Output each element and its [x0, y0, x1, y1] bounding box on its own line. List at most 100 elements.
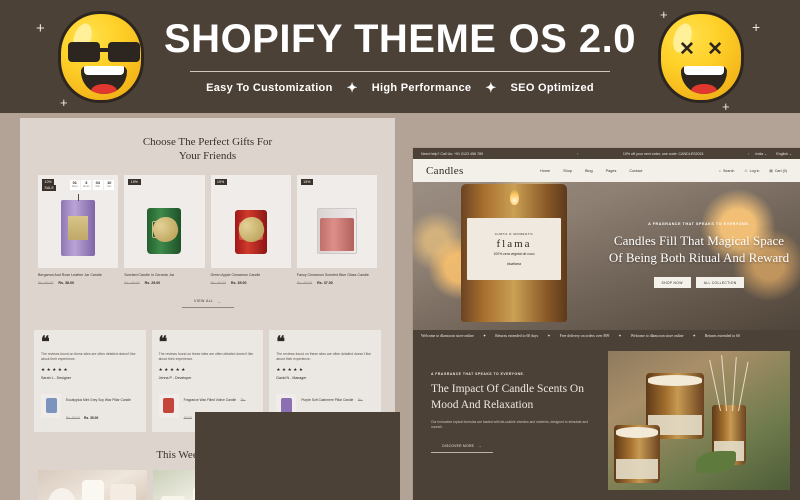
discount-badge: 15%: [214, 179, 227, 186]
lower-copy: A FRAGRANCE THAT SPEAKS TO EVERYONE. The…: [413, 341, 608, 500]
nav-item-blog[interactable]: Blog: [585, 169, 593, 173]
feature-item-1: Easy To Customization: [206, 82, 333, 94]
marquee-item: Welcome to dlamcoon store online: [421, 333, 474, 338]
bottle-label-top: CURTA O MOMENTO: [494, 232, 534, 237]
lower-title: The Impact Of Candle Scents On Mood And …: [431, 383, 584, 411]
testimonial-author: David N - Manager: [276, 375, 307, 380]
old-price: Rs. 59.00: [38, 280, 54, 285]
quote-icon: ❝: [158, 333, 168, 351]
quote-icon: ❝: [276, 333, 285, 351]
product-price: Rs. 59.00 Rs. 38.00: [38, 281, 118, 285]
product-price: Rs. 59.00 Rs. 35.00: [66, 416, 98, 420]
new-price: Rs. 35.00: [230, 280, 247, 285]
gold-lid-icon: [235, 214, 267, 245]
quote-icon: ❝: [41, 333, 50, 351]
testimonial-text: The reviews found on these sites are oft…: [158, 351, 254, 361]
nav-item-home[interactable]: Home: [540, 169, 550, 173]
shop-now-button[interactable]: SHOP NOW: [653, 277, 691, 289]
product-name: Fragrance Wax Filled Votive Candle: [183, 397, 237, 402]
old-price: Rs. 49.00: [124, 280, 140, 285]
countdown-timer: 01 Days 3 Hours 04 Min 10 Sec: [69, 180, 115, 190]
announcement-promo: 10% off your next order, use code: CANDL…: [584, 152, 742, 156]
product-card[interactable]: 15% Fancy Cinnamon Scented Blue Glass Ca…: [296, 175, 377, 285]
right-preview-panel[interactable]: Need help? Call Us: +91 0123 456 789 ‹ 1…: [413, 148, 800, 500]
hero-section: CURTA O MOMENTO flama 100% cera vegetal …: [413, 182, 800, 330]
nav-item-contact[interactable]: Contact: [629, 169, 642, 173]
bottle-label: CURTA O MOMENTO flama 100% cera vegetal …: [467, 218, 561, 280]
leaf-decoration: [696, 451, 736, 473]
headline-main-text: Shopify Theme: [164, 17, 497, 61]
timer-hours-label: Hours: [82, 184, 90, 188]
product-image: 15%: [124, 175, 205, 268]
all-collection-button[interactable]: ALL COLLECTION: [695, 277, 745, 289]
testimonial-text: The reviews found on these sites are oft…: [276, 351, 371, 361]
bottle-label-tag: #tuaflama: [507, 261, 521, 266]
amber-jars-photo[interactable]: [608, 351, 790, 490]
promo-banner: + + + + + + ✕ ✕ Shopify ThemeOS: [0, 0, 800, 113]
site-actions: ⌕ Search ⚇ Log in ▤ Cart (0): [719, 169, 787, 173]
country-label: India: [755, 151, 764, 156]
marquee-item: Welcome to dlamcoon store online: [630, 333, 684, 338]
gifts-title-line2: Your Friends: [178, 150, 237, 162]
hero-copy: A FRAGRANCE THAT SPEAKS TO EVERYONE. Can…: [608, 222, 790, 289]
language-selector[interactable]: English ⌄: [776, 152, 792, 156]
purple-pillar-candle-image: [61, 194, 96, 256]
rose-glass-candle-image: [316, 208, 357, 254]
feature-item-2: High Performance: [371, 82, 472, 94]
new-price: Rs. 29.00: [144, 280, 161, 285]
prev-arrow-icon[interactable]: ‹: [577, 151, 578, 156]
product-card[interactable]: 15% Scented Candle In Ceramic Jar Rs. 49…: [124, 175, 205, 285]
site-nav: Home Shop Blog Pages Contact: [464, 169, 719, 173]
product-image: 10% SALE 01 Days 3 Hours 04 Min 10 Sec: [38, 175, 119, 268]
login-button[interactable]: ⚇ Log in: [744, 169, 759, 173]
sparkle-icon: ✦: [346, 80, 358, 95]
marquee-bar: Welcome to dlamcoon store online ✦ Retur…: [413, 330, 800, 341]
red-cinnamon-candle-image: [234, 210, 267, 254]
product-thumbnail: [158, 393, 179, 418]
timer-cell-min: 04 Min: [92, 180, 103, 190]
product-card[interactable]: 10% SALE 01 Days 3 Hours 04 Min 10 Sec B…: [38, 175, 119, 285]
lower-paragraph: Our innovative topical formulas are load…: [431, 420, 589, 430]
sparkle-icon: ✦: [547, 333, 551, 338]
feature-item-3: SEO Optimized: [510, 82, 594, 94]
nav-item-pages[interactable]: Pages: [606, 169, 617, 173]
product-thumbnail: [41, 393, 61, 418]
lower-section: A FRAGRANCE THAT SPEAKS TO EVERYONE. The…: [413, 341, 800, 500]
testimonial-card[interactable]: ❝ The reviews found on these sites are o…: [34, 329, 146, 432]
feature-list: Easy To Customization ✦ High Performance…: [164, 80, 636, 96]
country-selector[interactable]: India ⌄: [755, 152, 767, 156]
timer-cell-sec: 10 Sec: [104, 180, 115, 190]
marquee-item: Returns extended to 60 days: [495, 333, 539, 338]
green-ceramic-candle-image: [147, 208, 182, 254]
next-arrow-icon[interactable]: ›: [748, 151, 749, 156]
preview-area: Choose The Perfect Gifts For Your Friend…: [0, 113, 800, 500]
product-price: Rs. 49.00 Rs. 37.00: [297, 281, 377, 285]
old-price: Rs. 49.00: [210, 280, 226, 285]
site-logo[interactable]: Candles: [426, 165, 464, 177]
cart-button[interactable]: ▤ Cart (0): [769, 169, 787, 173]
discover-more-label: DISCOVER MORE: [442, 443, 475, 448]
banner-headline-group: Shopify Theme OS 2.0 Easy To Customizatio…: [164, 17, 636, 96]
bottle-label-brand: flama: [496, 238, 532, 251]
product-name: Eucalyptus Mint Grey Soy Wax Pillar Cand…: [66, 397, 131, 402]
testimonial-product[interactable]: Eucalyptus Mint Grey Soy Wax Pillar Cand…: [41, 388, 139, 424]
cart-label: Cart (0): [774, 168, 787, 173]
flame-icon: [510, 190, 519, 205]
product-card[interactable]: 15% Green Apple Cinnamon Candle Rs. 49.0…: [210, 175, 291, 285]
highlight-image[interactable]: [38, 469, 147, 500]
announcement-help: Need help? Call Us: +91 0123 456 789: [421, 152, 571, 156]
screenshot-stage: + + + + + + ✕ ✕ Shopify ThemeOS: [0, 0, 800, 500]
timer-cell-hours: 3 Hours: [81, 180, 92, 190]
hero-eyebrow: A FRAGRANCE THAT SPEAKS TO EVERYONE.: [648, 222, 750, 226]
discover-more-button[interactable]: DISCOVER MORE →: [431, 444, 493, 453]
user-icon: ⚇: [744, 168, 748, 173]
search-button[interactable]: ⌕ Search: [719, 169, 734, 173]
star-rating: ★★★★★: [276, 367, 305, 373]
nav-item-shop[interactable]: Shop: [563, 169, 572, 173]
hero-title: Candles Fill That Magical Space Of Being…: [608, 233, 790, 266]
view-all-button[interactable]: VIEW ALL →: [181, 299, 234, 308]
lower-photo-wrap: [608, 341, 800, 500]
announcement-help-text: Need help? Call Us: +91 0123 456 789: [421, 151, 484, 156]
site-header: Candles Home Shop Blog Pages Contact ⌕ S…: [413, 159, 800, 182]
timer-sec-label: Sec: [107, 184, 112, 188]
